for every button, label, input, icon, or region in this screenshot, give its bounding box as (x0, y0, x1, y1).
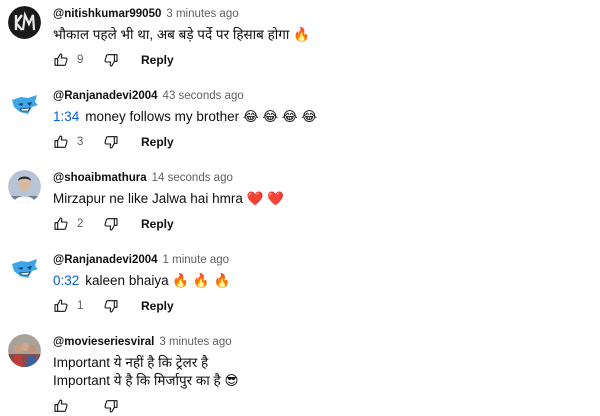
comment-actions: 3 Reply (53, 132, 174, 152)
person-photo-avatar-icon (8, 170, 41, 203)
comment-time[interactable]: 1 minute ago (163, 254, 230, 266)
comment-body: 1:34 money follows my brother 😂 😂 😂 😂 (53, 106, 317, 127)
comment-header: @movieseriesviral 3 minutes ago (53, 336, 232, 348)
avatar[interactable] (8, 88, 41, 121)
thumbs-down-icon[interactable] (103, 298, 119, 314)
km-logo-avatar-icon (8, 6, 41, 39)
like-count: 9 (77, 54, 84, 66)
comment-actions: 1 Reply (53, 296, 174, 316)
comment-text: भौकाल पहले भी था, अब बड़े पर्दे पर हिसाब… (53, 27, 310, 42)
like-count: 3 (77, 136, 84, 148)
comment-author[interactable]: @shoaibmathura (53, 172, 147, 184)
timestamp-link[interactable]: 1:34 (53, 109, 79, 124)
reply-button[interactable]: Reply (141, 299, 174, 313)
comment-author[interactable]: @Ranjanadevi2004 (53, 90, 158, 102)
like-count: 1 (77, 300, 84, 312)
avatar[interactable] (8, 252, 41, 285)
thumbs-down-icon[interactable] (103, 52, 119, 68)
beast-logo-avatar-icon (8, 88, 41, 121)
beast-logo-avatar-icon (8, 252, 41, 285)
thumbs-up-icon[interactable] (53, 52, 69, 68)
avatar[interactable] (8, 6, 41, 39)
comment-time[interactable]: 43 seconds ago (163, 90, 244, 102)
avatar[interactable] (8, 170, 41, 203)
thumbs-down-icon[interactable] (103, 216, 119, 232)
comment-text: kaleen bhaiya 🔥 🔥 🔥 (85, 273, 231, 288)
comment-header: @shoaibmathura 14 seconds ago (53, 172, 233, 184)
comment-time[interactable]: 14 seconds ago (152, 172, 233, 184)
timestamp-link[interactable]: 0:32 (53, 273, 79, 288)
thumbs-down-icon[interactable] (103, 134, 119, 150)
reply-button[interactable]: Reply (141, 217, 174, 231)
comment-text-line: Important ये है कि मिर्जापुर का है 😎 (53, 373, 239, 388)
thumbs-down-icon[interactable] (103, 398, 119, 414)
comment-header: @Ranjanadevi2004 1 minute ago (53, 254, 229, 266)
comment-text: Mirzapur ne like Jalwa hai hmra ❤️ ❤️ (53, 191, 284, 206)
thumbs-up-icon[interactable] (53, 216, 69, 232)
thumbs-up-icon[interactable] (53, 134, 69, 150)
comment-body: 0:32 kaleen bhaiya 🔥 🔥 🔥 (53, 270, 230, 291)
comment-author[interactable]: @Ranjanadevi2004 (53, 254, 158, 266)
comment-actions (53, 396, 119, 416)
comment-time[interactable]: 3 minutes ago (159, 336, 231, 348)
comment-text: money follows my brother 😂 😂 😂 😂 (85, 109, 318, 124)
avatar[interactable] (8, 334, 41, 367)
comment-author[interactable]: @movieseriesviral (53, 336, 154, 348)
thumbs-up-icon[interactable] (53, 298, 69, 314)
comment-header: @Ranjanadevi2004 43 seconds ago (53, 90, 244, 102)
group-photo-avatar-icon (8, 334, 41, 367)
comment-time[interactable]: 3 minutes ago (166, 8, 238, 20)
reply-button[interactable]: Reply (141, 135, 174, 149)
comment-actions: 2 Reply (53, 214, 174, 234)
comment-actions: 9 Reply (53, 50, 174, 70)
reply-button[interactable]: Reply (141, 53, 174, 67)
like-count: 2 (77, 218, 84, 230)
comment-header: @nitishkumar99050 3 minutes ago (53, 8, 239, 20)
thumbs-up-icon[interactable] (53, 398, 69, 414)
comment-author[interactable]: @nitishkumar99050 (53, 8, 161, 20)
